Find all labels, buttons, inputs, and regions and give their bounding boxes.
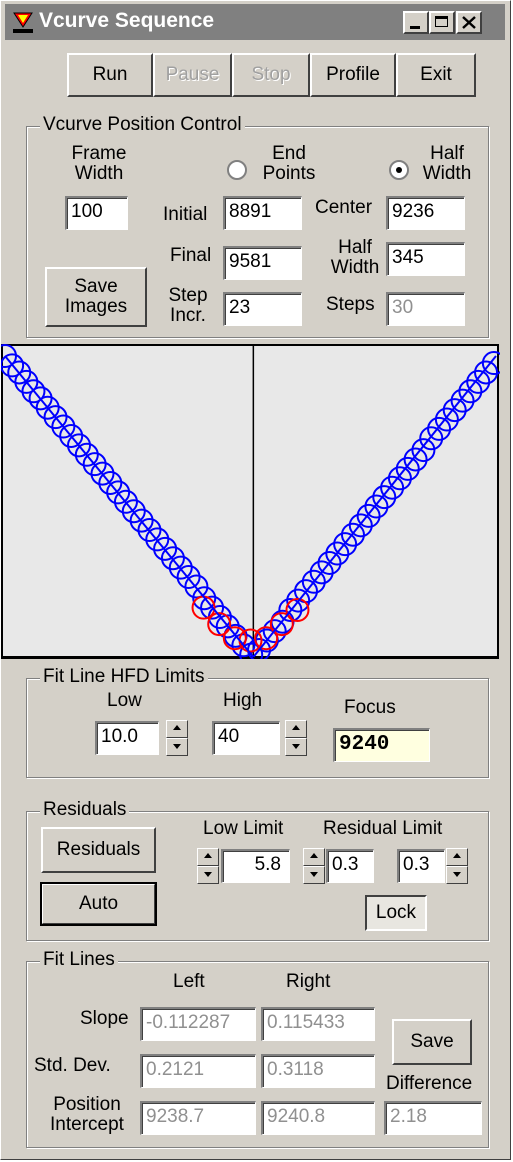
low-label: Low	[107, 690, 142, 711]
window-title: Vcurve Sequence	[39, 9, 215, 32]
steps-field: 30	[386, 292, 465, 326]
high-up-arrow-icon[interactable]	[285, 720, 307, 738]
run-button[interactable]: Run	[67, 53, 153, 97]
high-spinner[interactable]	[285, 720, 307, 756]
save-images-button[interactable]: Save Images	[45, 267, 147, 327]
end-points-radio[interactable]	[227, 160, 247, 180]
intercept-right-field: 9240.8	[261, 1101, 375, 1135]
intercept-left-field: 9238.7	[140, 1101, 256, 1135]
exit-button[interactable]: Exit	[396, 53, 476, 97]
std-dev-right-field: 0.3118	[261, 1054, 375, 1088]
high-label: High	[223, 690, 263, 711]
focus-label: Focus	[344, 697, 396, 718]
final-label: Final	[170, 245, 212, 266]
step-incr-label: Step Incr.	[168, 285, 208, 326]
low-down-arrow-icon[interactable]	[166, 738, 188, 756]
half-width-radio[interactable]	[389, 160, 409, 180]
low-limit-label: Low Limit	[203, 818, 284, 839]
residual-right-down-arrow-icon[interactable]	[446, 866, 468, 884]
maximize-icon	[435, 16, 448, 27]
save-fit-button[interactable]: Save	[392, 1019, 472, 1065]
std-dev-left-field: 0.2121	[140, 1054, 256, 1088]
residual-limit-left-spinner[interactable]	[303, 848, 325, 884]
low-limit-field[interactable]: 5.8	[221, 849, 290, 883]
initial-field[interactable]: 8891	[223, 196, 302, 230]
half-width-field[interactable]: 345	[386, 242, 465, 276]
residual-limit-label: Residual Limit	[323, 818, 443, 839]
lock-button[interactable]: Lock	[365, 895, 427, 931]
fit-limits-title: Fit Line HFD Limits	[40, 666, 208, 688]
focus-value: 9240	[333, 728, 430, 762]
close-icon	[462, 16, 476, 29]
low-field[interactable]: 10.0	[95, 721, 159, 755]
residual-limit-left-field[interactable]: 0.3	[326, 849, 374, 883]
left-column-label: Left	[173, 971, 205, 992]
final-field[interactable]: 9581	[223, 246, 302, 280]
title-bar[interactable]: Vcurve Sequence	[5, 4, 505, 40]
low-limit-spinner[interactable]	[197, 848, 219, 884]
minimize-icon	[410, 26, 420, 29]
fit-lines-title: Fit Lines	[40, 949, 118, 971]
steps-label: Steps	[326, 294, 375, 315]
residual-left-down-arrow-icon[interactable]	[303, 866, 325, 884]
low-spinner[interactable]	[166, 720, 188, 756]
position-control-title: Vcurve Position Control	[40, 114, 245, 136]
center-field[interactable]: 9236	[386, 196, 465, 230]
slope-right-field: 0.115433	[261, 1007, 375, 1041]
difference-field: 2.18	[384, 1101, 482, 1135]
slope-left-field: -0.112287	[140, 1007, 256, 1041]
residuals-button[interactable]: Residuals	[41, 827, 156, 873]
residual-left-up-arrow-icon[interactable]	[303, 848, 325, 866]
stop-button[interactable]: Stop	[232, 53, 310, 97]
app-icon	[13, 12, 33, 33]
std-dev-label: Std. Dev.	[34, 1055, 111, 1076]
high-down-arrow-icon[interactable]	[285, 738, 307, 756]
right-column-label: Right	[286, 971, 331, 992]
residuals-title: Residuals	[40, 799, 130, 821]
profile-button[interactable]: Profile	[310, 53, 396, 97]
low-limit-up-arrow-icon[interactable]	[197, 848, 219, 866]
half-width-label: Half Width	[330, 237, 380, 278]
half-width-mode-label: Half Width	[422, 143, 472, 184]
pause-button[interactable]: Pause	[153, 53, 232, 97]
position-intercept-label: Position Intercept	[50, 1094, 124, 1135]
low-up-arrow-icon[interactable]	[166, 720, 188, 738]
initial-label: Initial	[163, 204, 208, 225]
maximize-button[interactable]	[429, 11, 455, 34]
residual-limit-right-spinner[interactable]	[446, 848, 468, 884]
vcurve-chart	[1, 344, 500, 659]
difference-label: Difference	[386, 1073, 473, 1094]
step-incr-field[interactable]: 23	[223, 292, 302, 326]
close-button[interactable]	[456, 11, 482, 34]
save-images-label: Save Images	[64, 276, 128, 317]
slope-label: Slope	[80, 1008, 129, 1029]
low-limit-down-arrow-icon[interactable]	[197, 866, 219, 884]
frame-width-label: Frame Width	[71, 143, 127, 184]
end-points-label: End Points	[262, 143, 316, 184]
residual-limit-right-field[interactable]: 0.3	[397, 849, 445, 883]
radio-selected-dot	[396, 167, 402, 173]
center-label: Center	[315, 197, 373, 218]
vcurve-sequence-window: Vcurve Sequence Run Pause Stop Profile E…	[0, 0, 511, 1160]
high-field[interactable]: 40	[212, 721, 280, 755]
auto-button[interactable]: Auto	[40, 882, 157, 926]
minimize-button[interactable]	[403, 11, 429, 34]
residual-right-up-arrow-icon[interactable]	[446, 848, 468, 866]
frame-width-field[interactable]: 100	[65, 196, 128, 230]
